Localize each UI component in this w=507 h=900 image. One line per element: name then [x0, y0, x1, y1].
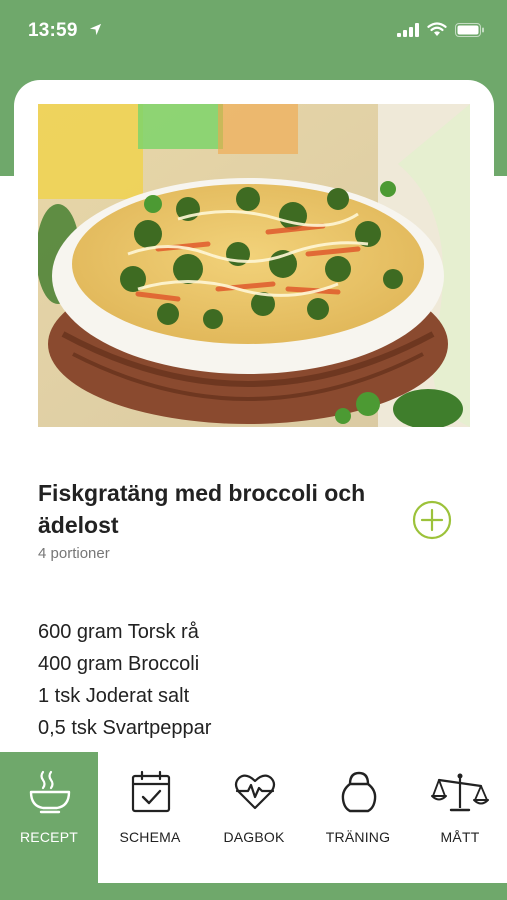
tab-label: MÅTT: [440, 829, 480, 845]
tab-label: TRÄNING: [325, 829, 391, 845]
ingredient-list: 600 gram Torsk rå 400 gram Broccoli 1 ts…: [38, 620, 211, 748]
tab-dagbok[interactable]: DAGBOK: [205, 752, 303, 883]
ingredient-item: 400 gram Broccoli: [38, 653, 200, 675]
servings-label: 4 portioner: [38, 545, 110, 562]
scale-icon: [431, 773, 489, 812]
kettlebell-icon: [341, 771, 377, 813]
bottom-strip: [0, 883, 507, 900]
ingredient-item: 1 tsk Joderat salt: [38, 685, 190, 707]
recipe-title: Fiskgratäng med broccoli och ädelost: [38, 480, 366, 538]
add-recipe-button[interactable]: [412, 500, 452, 540]
battery-icon: [455, 22, 485, 42]
calendar-check-icon: [131, 770, 171, 813]
ingredient-item: 0,5 tsk Svartpeppar: [38, 717, 212, 739]
wifi-icon: [427, 22, 447, 42]
location-arrow-icon: [89, 23, 102, 41]
tab-bar: RECEPT SCHEMA DAGBOK TRÄNING MÅTT: [0, 752, 507, 883]
tab-label: DAGBOK: [223, 829, 285, 845]
tab-matt[interactable]: MÅTT: [411, 752, 507, 883]
tab-label: SCHEMA: [119, 829, 181, 845]
tab-schema[interactable]: SCHEMA: [101, 752, 199, 883]
bowl-icon: [29, 770, 71, 814]
ingredient-item: 600 gram Torsk rå: [38, 621, 199, 643]
cellular-signal-icon: [397, 22, 419, 42]
tab-recept[interactable]: RECEPT: [0, 752, 98, 883]
status-bar: 13:59: [0, 0, 507, 64]
heart-pulse-icon: [234, 774, 276, 810]
status-time: 13:59: [28, 20, 78, 41]
tab-traning[interactable]: TRÄNING: [309, 752, 407, 883]
recipe-photo: [38, 104, 470, 427]
plus-circle-icon: [412, 500, 452, 540]
tab-label: RECEPT: [20, 829, 78, 845]
